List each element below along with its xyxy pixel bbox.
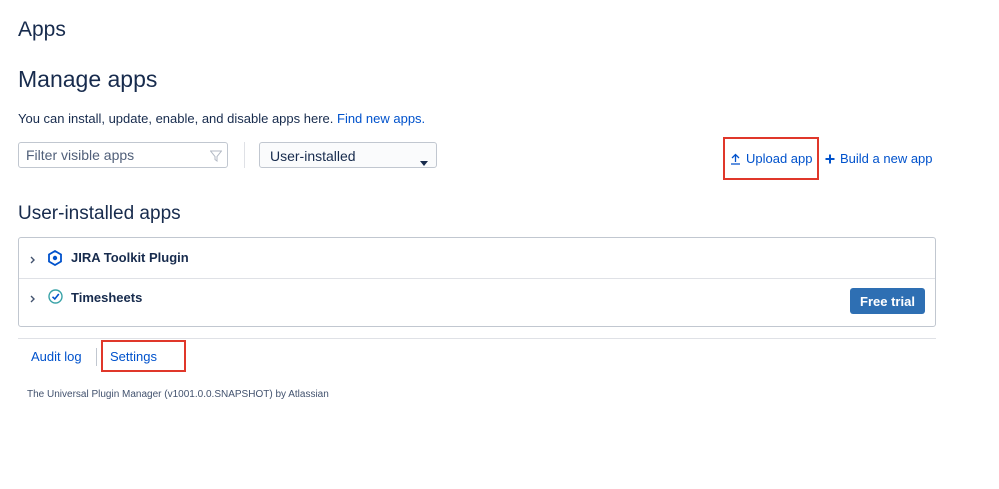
filter-input[interactable] bbox=[26, 144, 206, 166]
footer-link-separator bbox=[96, 348, 97, 366]
app-name: Timesheets bbox=[71, 290, 143, 305]
filter-field[interactable] bbox=[18, 142, 228, 168]
app-name: JIRA Toolkit Plugin bbox=[71, 250, 189, 265]
manage-apps-heading: Manage apps bbox=[18, 66, 158, 92]
description-text: You can install, update, enable, and dis… bbox=[18, 111, 334, 126]
app-row-timesheets[interactable]: Timesheets Free trial bbox=[19, 278, 935, 326]
apps-list: JIRA Toolkit Plugin Timesheets Free tria… bbox=[18, 237, 936, 327]
footer-divider bbox=[18, 338, 936, 339]
plus-icon bbox=[825, 154, 835, 164]
upload-app-label: Upload app bbox=[746, 151, 813, 166]
funnel-icon bbox=[209, 149, 223, 167]
user-installed-heading: User-installed apps bbox=[18, 203, 181, 224]
find-new-apps-link[interactable]: Find new apps. bbox=[337, 111, 425, 126]
build-new-app-label: Build a new app bbox=[840, 151, 933, 166]
upload-app-link[interactable]: Upload app bbox=[730, 151, 813, 166]
app-type-select[interactable]: User-installed bbox=[259, 142, 437, 168]
chevron-right-icon[interactable] bbox=[29, 252, 36, 270]
version-footer: The Universal Plugin Manager (v1001.0.0.… bbox=[27, 389, 329, 400]
build-new-app-link[interactable]: Build a new app bbox=[825, 151, 933, 166]
audit-log-link[interactable]: Audit log bbox=[31, 349, 82, 364]
app-type-select-value: User-installed bbox=[270, 148, 356, 164]
caret-down-icon bbox=[420, 153, 428, 169]
check-circle-icon bbox=[48, 289, 63, 309]
app-row-jira-toolkit[interactable]: JIRA Toolkit Plugin bbox=[19, 238, 935, 279]
hexagon-plugin-icon bbox=[48, 249, 62, 271]
page-title: Apps bbox=[18, 18, 66, 41]
toolbar-divider bbox=[244, 142, 245, 168]
free-trial-button[interactable]: Free trial bbox=[850, 288, 925, 314]
settings-link[interactable]: Settings bbox=[110, 349, 157, 364]
upload-icon bbox=[730, 153, 741, 165]
chevron-right-icon[interactable] bbox=[29, 291, 36, 309]
description: You can install, update, enable, and dis… bbox=[18, 111, 425, 126]
